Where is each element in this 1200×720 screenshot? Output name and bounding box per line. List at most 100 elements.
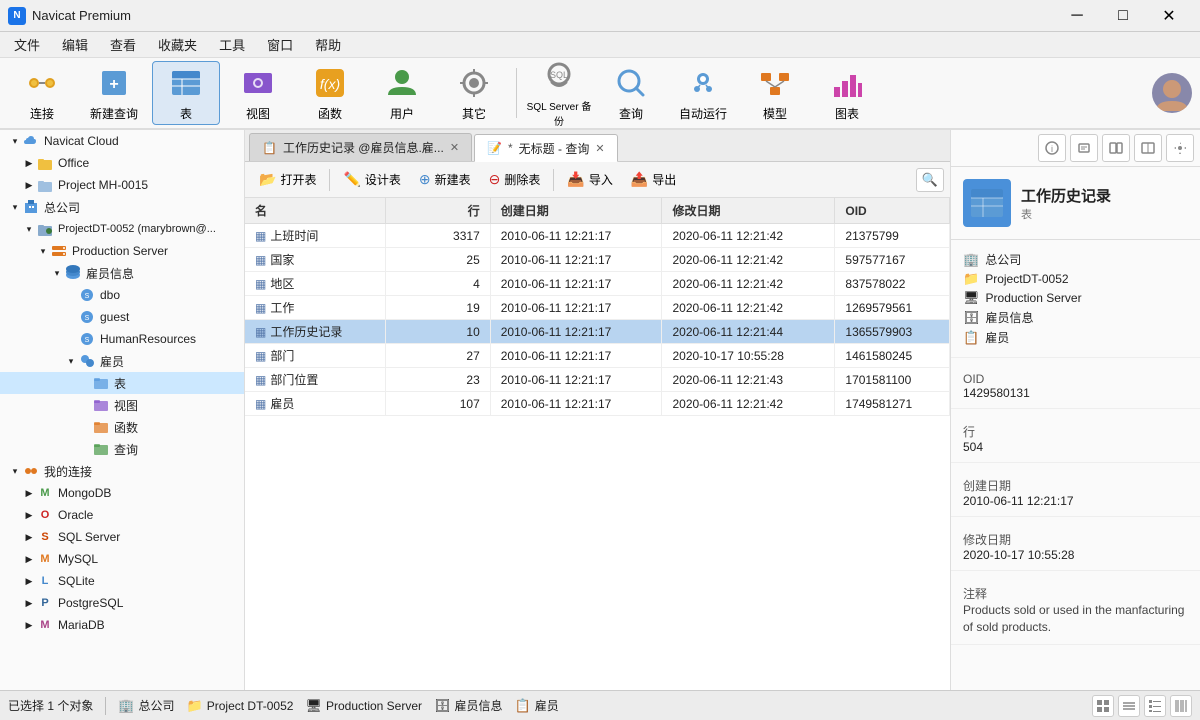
- sidebar-item-office[interactable]: ▶ Office: [0, 152, 244, 174]
- sqlserver-arrow[interactable]: ▶: [22, 532, 36, 543]
- sidebar-item-view-folder[interactable]: ▶ 视图: [0, 394, 244, 416]
- export-button[interactable]: 📤 导出: [623, 168, 684, 191]
- minimize-button[interactable]: ─: [1054, 0, 1100, 32]
- emp-group-arrow[interactable]: ▾: [64, 356, 78, 367]
- office-arrow[interactable]: ▶: [22, 158, 36, 169]
- menu-item-收藏夹[interactable]: 收藏夹: [148, 33, 207, 57]
- sidebar-item-postgresql[interactable]: ▶ P PostgreSQL: [0, 592, 244, 614]
- navicat-cloud-arrow[interactable]: ▾: [8, 136, 22, 147]
- rp-modified-section: 修改日期 2020-10-17 10:55:28: [951, 517, 1200, 571]
- table-row[interactable]: ▦上班时间33172010-06-11 12:21:172020-06-11 1…: [245, 224, 950, 248]
- menu-item-文件[interactable]: 文件: [4, 33, 50, 57]
- sidebar-item-employee-info[interactable]: ▾ 雇员信息: [0, 262, 244, 284]
- menu-item-帮助[interactable]: 帮助: [305, 33, 351, 57]
- user-button[interactable]: 用户: [368, 61, 436, 125]
- tab-untitled-query[interactable]: 📝 * 无标题 - 查询 ✕: [474, 134, 618, 162]
- sidebar-item-query-folder[interactable]: ▶ 查询: [0, 438, 244, 460]
- sidebar-item-mysql[interactable]: ▶ M MySQL: [0, 548, 244, 570]
- delete-table-button[interactable]: ⊖ 删除表: [481, 168, 549, 191]
- my-connections-arrow[interactable]: ▾: [8, 466, 22, 477]
- sidebar-item-my-connections[interactable]: ▾ 我的连接: [0, 460, 244, 482]
- sidebar-item-hr[interactable]: ▶ S HumanResources: [0, 328, 244, 350]
- user-avatar[interactable]: [1152, 73, 1192, 113]
- project-mh-arrow[interactable]: ▶: [22, 180, 36, 191]
- close-button[interactable]: ✕: [1146, 0, 1192, 32]
- tab-untitled-query-close[interactable]: ✕: [595, 142, 604, 155]
- auto-run-button[interactable]: 自动运行: [669, 61, 737, 125]
- new-table-button[interactable]: ⊕ 新建表: [411, 168, 479, 191]
- status-tag-server[interactable]: 🖥 Production Server: [305, 698, 422, 714]
- status-grid-icon[interactable]: [1092, 695, 1114, 717]
- import-label: 导入: [589, 171, 613, 188]
- sidebar-item-production-server[interactable]: ▾ Production Server: [0, 240, 244, 262]
- mariadb-arrow[interactable]: ▶: [22, 620, 36, 631]
- table-button[interactable]: 表: [152, 61, 220, 125]
- prod-server-arrow[interactable]: ▾: [36, 246, 50, 257]
- sidebar-item-mongodb[interactable]: ▶ M MongoDB: [0, 482, 244, 504]
- sidebar-item-sqlite[interactable]: ▶ L SQLite: [0, 570, 244, 592]
- table-row[interactable]: ▦国家252010-06-11 12:21:172020-06-11 12:21…: [245, 248, 950, 272]
- tab-work-history-label: 工作历史记录 @雇员信息.雇...: [283, 139, 444, 156]
- new-query-button[interactable]: + 新建查询: [80, 61, 148, 125]
- sidebar-item-func-folder[interactable]: ▶ 函数: [0, 416, 244, 438]
- table-row[interactable]: ▦工作192010-06-11 12:21:172020-06-11 12:21…: [245, 296, 950, 320]
- import-button[interactable]: 📥 导入: [559, 168, 620, 191]
- status-list-icon[interactable]: [1118, 695, 1140, 717]
- status-detail-icon[interactable]: [1144, 695, 1166, 717]
- project-dt-arrow[interactable]: ▾: [22, 224, 36, 235]
- tab-work-history[interactable]: 📋 工作历史记录 @雇员信息.雇... ✕: [249, 133, 472, 161]
- chart-button[interactable]: 图表: [813, 61, 881, 125]
- menu-item-查看[interactable]: 查看: [100, 33, 146, 57]
- menu-item-工具[interactable]: 工具: [209, 33, 255, 57]
- sqlserver-backup-button[interactable]: SQL SQL Server 备份: [525, 61, 593, 125]
- open-table-button[interactable]: 📂 打开表: [251, 168, 324, 191]
- table-row[interactable]: ▦地区42010-06-11 12:21:172020-06-11 12:21:…: [245, 272, 950, 296]
- emp-info-arrow[interactable]: ▾: [50, 268, 64, 279]
- sidebar-item-guest[interactable]: ▶ S guest: [0, 306, 244, 328]
- function-icon: f(x): [312, 65, 348, 101]
- sidebar-item-navicat-cloud[interactable]: ▾ Navicat Cloud: [0, 130, 244, 152]
- table-row[interactable]: ▦工作历史记录102010-06-11 12:21:172020-06-11 1…: [245, 320, 950, 344]
- function-button[interactable]: f(x) 函数: [296, 61, 364, 125]
- sidebar-item-oracle[interactable]: ▶ O Oracle: [0, 504, 244, 526]
- rp-settings-button[interactable]: [1166, 134, 1194, 162]
- sidebar-item-employee-group[interactable]: ▾ 雇员: [0, 350, 244, 372]
- sidebar-item-mariadb[interactable]: ▶ M MariaDB: [0, 614, 244, 636]
- view-button[interactable]: 视图: [224, 61, 292, 125]
- model-button[interactable]: 模型: [741, 61, 809, 125]
- postgresql-arrow[interactable]: ▶: [22, 598, 36, 609]
- table-cell-name: ▦雇员: [245, 392, 386, 416]
- other-button[interactable]: 其它: [440, 61, 508, 125]
- sqlite-arrow[interactable]: ▶: [22, 576, 36, 587]
- maximize-button[interactable]: □: [1100, 0, 1146, 32]
- sidebar-item-project-mh[interactable]: ▶ Project MH-0015: [0, 174, 244, 196]
- menu-item-编辑[interactable]: 编辑: [52, 33, 98, 57]
- connect-button[interactable]: 连接: [8, 61, 76, 125]
- sidebar-item-sqlserver[interactable]: ▶ S SQL Server: [0, 526, 244, 548]
- status-tag-database[interactable]: 🗄 雇员信息: [434, 697, 503, 714]
- sidebar-item-dbo[interactable]: ▶ S dbo: [0, 284, 244, 306]
- table-search-box[interactable]: 🔍: [916, 168, 944, 192]
- query-button[interactable]: 查询: [597, 61, 665, 125]
- table-row[interactable]: ▦雇员1072010-06-11 12:21:172020-06-11 12:2…: [245, 392, 950, 416]
- status-tag-project[interactable]: 📁 Project DT-0052: [187, 698, 294, 714]
- status-tag-employee[interactable]: 📋 雇员: [515, 697, 559, 714]
- table-row[interactable]: ▦部门272010-06-11 12:21:172020-10-17 10:55…: [245, 344, 950, 368]
- mongodb-arrow[interactable]: ▶: [22, 488, 36, 499]
- menu-item-窗口[interactable]: 窗口: [257, 33, 303, 57]
- tab-work-history-close[interactable]: ✕: [450, 141, 459, 154]
- status-column-icon[interactable]: [1170, 695, 1192, 717]
- oracle-arrow[interactable]: ▶: [22, 510, 36, 521]
- rp-preview2-button[interactable]: [1134, 134, 1162, 162]
- sidebar-item-project-dt[interactable]: ▾ ProjectDT-0052 (marybrown@...: [0, 218, 244, 240]
- rp-ddl-button[interactable]: [1070, 134, 1098, 162]
- status-tag-company[interactable]: 🏢 总公司: [118, 697, 174, 714]
- sidebar-item-company[interactable]: ▾ 总公司: [0, 196, 244, 218]
- sidebar-item-table-folder[interactable]: ▶ 表: [0, 372, 244, 394]
- rp-preview1-button[interactable]: [1102, 134, 1130, 162]
- company-arrow[interactable]: ▾: [8, 202, 22, 213]
- rp-info-button[interactable]: i: [1038, 134, 1066, 162]
- table-row[interactable]: ▦部门位置232010-06-11 12:21:172020-06-11 12:…: [245, 368, 950, 392]
- mysql-arrow[interactable]: ▶: [22, 554, 36, 565]
- design-table-button[interactable]: ✏️ 设计表: [335, 168, 408, 191]
